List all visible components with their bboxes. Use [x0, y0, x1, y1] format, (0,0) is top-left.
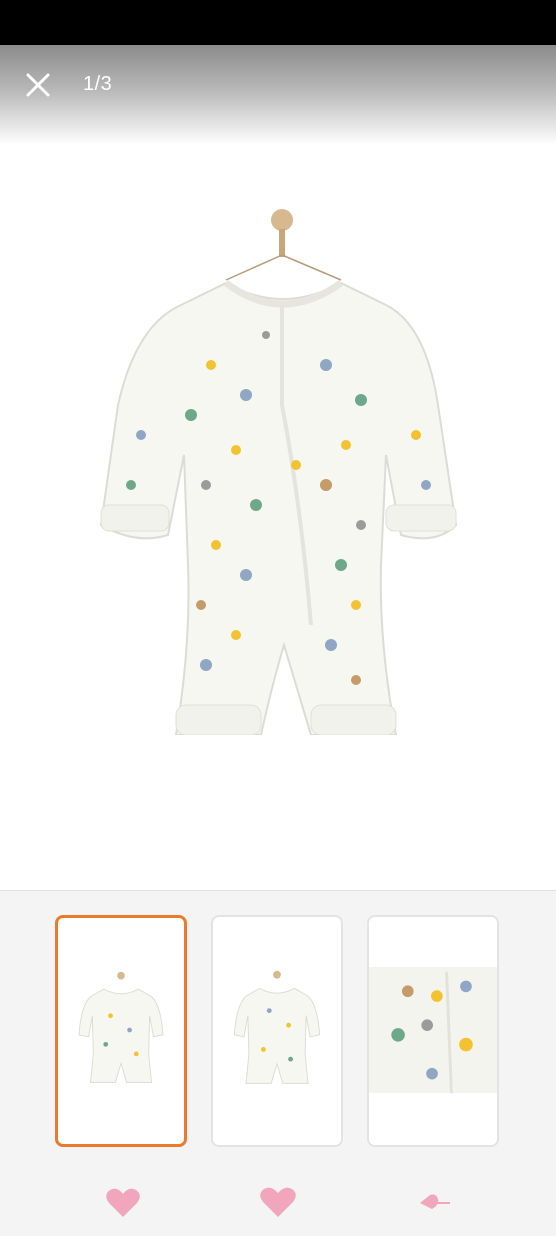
- thumbnail-2[interactable]: [211, 915, 343, 1147]
- romper-thumbnail-image: [78, 971, 164, 1084]
- heart-icon[interactable]: [103, 1185, 143, 1221]
- fabric-closeup-thumbnail-image: [369, 967, 497, 1094]
- romper-thumbnail-image: [233, 970, 321, 1084]
- thumbnail-strip: [0, 890, 556, 1236]
- image-counter: 1/3: [83, 73, 113, 95]
- product-main-image[interactable]: [96, 205, 460, 735]
- heart-icon[interactable]: [258, 1185, 298, 1221]
- thumbnail-3[interactable]: [367, 915, 499, 1147]
- image-viewer[interactable]: 1/3: [0, 45, 556, 890]
- heart-icon[interactable]: [412, 1185, 452, 1221]
- close-button[interactable]: [20, 67, 56, 103]
- thumbnail-1[interactable]: [55, 915, 187, 1147]
- close-icon: [26, 73, 50, 97]
- romper-illustration: [99, 209, 458, 735]
- status-bar: [0, 0, 556, 45]
